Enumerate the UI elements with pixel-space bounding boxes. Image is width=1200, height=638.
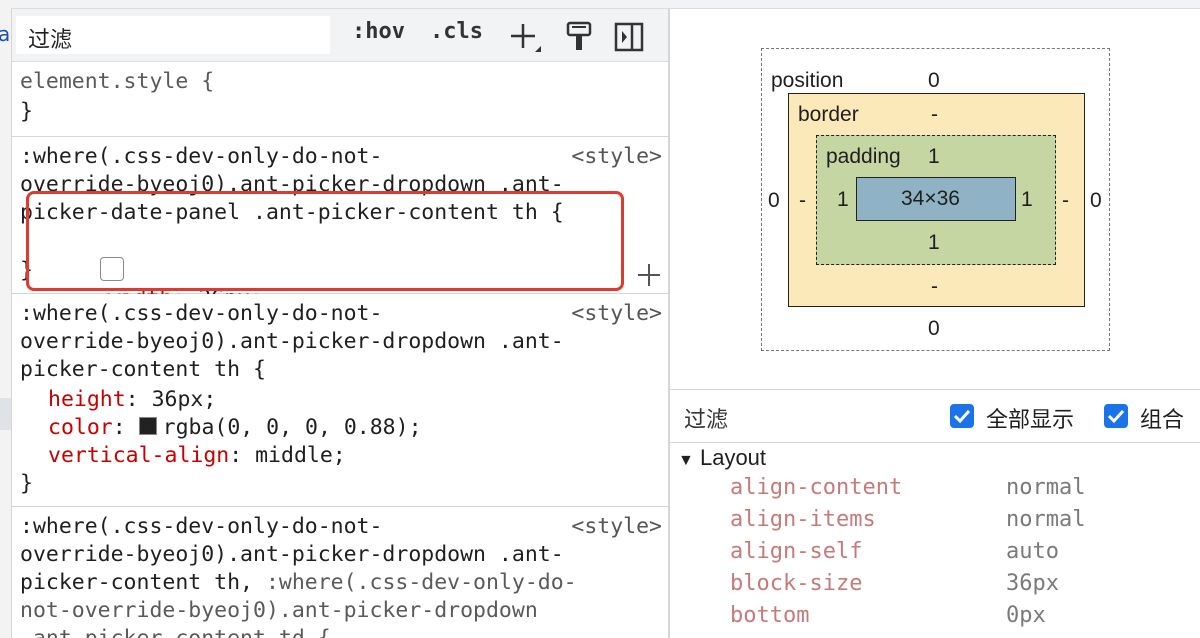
computed-property-name: align-items [730, 507, 876, 532]
computed-property-row[interactable]: bottom 0px [670, 603, 1200, 635]
declaration-vertical-align: vertical-align: middle; [48, 443, 346, 468]
declaration-color: color: rgba(0, 0, 0, 0.88); [48, 415, 422, 440]
computed-property-name: align-self [730, 539, 863, 564]
show-all-checkbox[interactable] [950, 404, 974, 428]
styles-pane: 过滤 :hov .cls element.style { } <style> :… [12, 9, 668, 638]
group-checkbox[interactable] [1104, 404, 1128, 428]
computed-property-value: 0px [1006, 603, 1046, 628]
padding-label: padding [826, 145, 901, 168]
computed-property-value: 36px [1006, 571, 1059, 596]
border-left-value[interactable]: - [799, 189, 806, 213]
paintbrush-icon[interactable] [562, 20, 596, 54]
property-value[interactable]: middle [255, 443, 333, 468]
content-size: 34×36 [901, 187, 960, 210]
computed-property-name: bottom [730, 603, 810, 628]
computed-filter-input[interactable]: 过滤 [684, 402, 728, 434]
element-style-rule: element.style { } [12, 62, 668, 137]
box-model-position: position 0 0 0 0 border - - - - padding … [761, 48, 1110, 351]
style-rule-picker-content-td: <style> :where(.css-dev-only-do-not- ove… [12, 507, 668, 638]
layout-group-label: Layout [699, 445, 767, 470]
padding-right-value[interactable]: 1 [1021, 188, 1033, 212]
declaration-height: height: 36px; [48, 387, 217, 412]
rule-selector-line: :where(.css-dev-only-do-not- [20, 144, 383, 169]
computed-property-row[interactable]: block-size 36px [670, 571, 1200, 603]
position-left-value[interactable]: 0 [768, 189, 780, 213]
left-strip-selection [0, 398, 11, 430]
computed-pane: position 0 0 0 0 border - - - - padding … [670, 9, 1200, 638]
hov-button[interactable]: :hov [352, 19, 405, 44]
property-name[interactable]: color [48, 415, 113, 440]
property-name[interactable]: height [48, 387, 126, 412]
highlight-annotation-box [26, 191, 624, 291]
rule-selector-line: not-override-byeoj0).ant-picker-dropdown [20, 598, 538, 623]
computed-property-value: auto [1006, 539, 1059, 564]
top-divider [11, 0, 1200, 9]
rule-selector-line: :where(.css-dev-only-do-not- [20, 301, 383, 326]
position-bottom-value[interactable]: 0 [928, 317, 940, 341]
styles-filter-input[interactable]: 过滤 [16, 16, 330, 54]
computed-property-value: normal [1006, 507, 1086, 532]
checkmark-icon [953, 409, 971, 424]
rule-origin-link[interactable]: <style> [571, 513, 662, 541]
show-all-label: 全部显示 [986, 408, 1075, 433]
rule-close-brace: } [20, 471, 33, 496]
border-label: border [798, 103, 859, 126]
color-swatch[interactable] [138, 417, 157, 435]
computed-property-name: block-size [730, 571, 863, 596]
element-style-close: } [20, 99, 33, 124]
rule-selector-line: picker-content th { [20, 357, 266, 382]
checkmark-icon [1107, 409, 1125, 424]
left-strip-glyph: a [0, 22, 11, 46]
rule-origin-link[interactable]: <style> [571, 143, 662, 171]
padding-bottom-value[interactable]: 1 [928, 231, 940, 255]
styles-filter-placeholder: 过滤 [28, 28, 73, 53]
computed-property-row[interactable]: align-self auto [670, 539, 1200, 571]
computed-property-value: normal [1006, 475, 1086, 500]
group-label: 组合 [1140, 408, 1185, 433]
property-value[interactable]: 36px [152, 387, 204, 412]
position-label: position [771, 69, 844, 92]
padding-top-value[interactable]: 1 [928, 145, 940, 169]
layout-group-header[interactable]: ▼ Layout [678, 445, 766, 471]
padding-left-value[interactable]: 1 [837, 188, 849, 212]
position-top-value[interactable]: 0 [928, 69, 940, 93]
add-declaration-icon[interactable] [636, 262, 662, 288]
styles-toolbar: 过滤 :hov .cls [12, 9, 668, 62]
box-model-border: border - - - - padding 1 1 1 1 34×36 [788, 93, 1085, 307]
new-rule-icon[interactable] [509, 20, 543, 54]
rule-origin-link[interactable]: <style> [571, 300, 662, 328]
computed-property-name: align-content [730, 475, 903, 500]
rule-selector-line: override-byeoj0).ant-picker-dropdown .an… [20, 329, 564, 354]
property-value[interactable]: rgba(0, 0, 0, 0.88) [163, 415, 409, 440]
toggle-sidebar-icon[interactable] [612, 20, 646, 54]
border-top-value[interactable]: - [931, 103, 938, 127]
cls-button[interactable]: .cls [430, 19, 483, 44]
computed-property-row[interactable]: align-content normal [670, 475, 1200, 507]
border-right-value[interactable]: - [1062, 189, 1069, 213]
style-rule-picker-content: <style> :where(.css-dev-only-do-not- ove… [12, 294, 668, 507]
rule-selector-line: .ant-picker-content td { [20, 625, 331, 638]
computed-filter-bar: 过滤 全部显示 组合 [670, 389, 1200, 443]
box-model-padding: padding 1 1 1 1 34×36 [816, 135, 1056, 265]
computed-property-row[interactable]: align-items normal [670, 507, 1200, 539]
box-model-content[interactable]: 34×36 [856, 177, 1016, 221]
rule-selector-line: picker-content th, :where(.css-dev-only-… [20, 570, 577, 595]
element-style-open[interactable]: element.style { [20, 68, 214, 96]
rule-selector-line: override-byeoj0).ant-picker-dropdown .an… [20, 542, 564, 567]
triangle-down-icon: ▼ [678, 452, 694, 469]
left-strip: a [0, 0, 12, 638]
property-name[interactable]: vertical-align [48, 443, 229, 468]
position-right-value[interactable]: 0 [1090, 189, 1102, 213]
border-bottom-value[interactable]: - [931, 275, 938, 299]
rule-selector-line: :where(.css-dev-only-do-not- [20, 514, 383, 539]
